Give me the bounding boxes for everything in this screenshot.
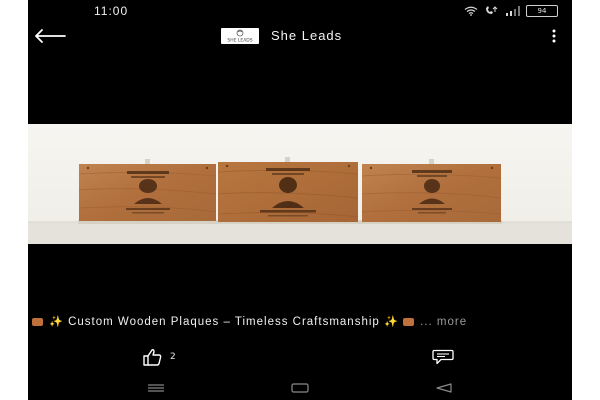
- caption-text: Custom Wooden Plaques – Timeless Craftsm…: [68, 316, 380, 328]
- call-icon: [486, 6, 498, 14]
- post-photo[interactable]: [28, 124, 572, 244]
- page-logo[interactable]: SHE LEADS: [221, 28, 259, 44]
- plaque-right: [361, 164, 502, 222]
- app-bar: SHE LEADS She Leads: [28, 22, 572, 50]
- recents-icon: [148, 384, 164, 392]
- back-button[interactable]: [28, 24, 72, 48]
- status-time: 11:00: [94, 4, 129, 18]
- status-icons: 94: [464, 5, 558, 17]
- wooden-plaques-photo: [28, 124, 572, 244]
- page-title: She Leads: [271, 28, 343, 43]
- logo-graphic: SHE LEADS: [227, 29, 253, 44]
- signal-icon: [506, 6, 520, 16]
- logo-text: SHE LEADS: [227, 38, 252, 44]
- device-frame: 11:00 94 SHE LEADS She Leads ✨ Custom Wo…: [0, 0, 600, 400]
- wood-box-emoji: [32, 318, 43, 326]
- plaque-center: [217, 162, 359, 222]
- wood-box-emoji: [402, 318, 414, 326]
- back-icon: [436, 383, 452, 393]
- like-count: 2: [170, 352, 176, 362]
- status-bar: 11:00 94: [28, 0, 572, 22]
- thumbs-up-icon: [143, 349, 162, 366]
- home-icon: [291, 383, 309, 393]
- sparkles-emoji: ✨: [384, 315, 399, 328]
- plaque-left: [78, 164, 217, 221]
- home-button[interactable]: [286, 380, 314, 396]
- comment-button[interactable]: [432, 349, 454, 370]
- more-vertical-icon: [552, 29, 556, 43]
- like-button[interactable]: 2: [142, 348, 176, 366]
- post-caption[interactable]: ✨ Custom Wooden Plaques – Timeless Craft…: [32, 315, 552, 329]
- system-nav-bar: [28, 376, 572, 400]
- see-more-link[interactable]: ... more: [420, 316, 467, 328]
- nav-back-button[interactable]: [430, 380, 458, 396]
- wifi-icon: [464, 6, 478, 16]
- comment-icon: [432, 349, 454, 365]
- more-options-button[interactable]: [542, 24, 566, 48]
- battery-icon: 94: [526, 5, 558, 17]
- recents-button[interactable]: [142, 380, 170, 396]
- sparkles-emoji: ✨: [49, 315, 64, 328]
- screen: 11:00 94 SHE LEADS She Leads ✨ Custom Wo…: [28, 0, 572, 400]
- back-arrow-icon: [35, 29, 66, 43]
